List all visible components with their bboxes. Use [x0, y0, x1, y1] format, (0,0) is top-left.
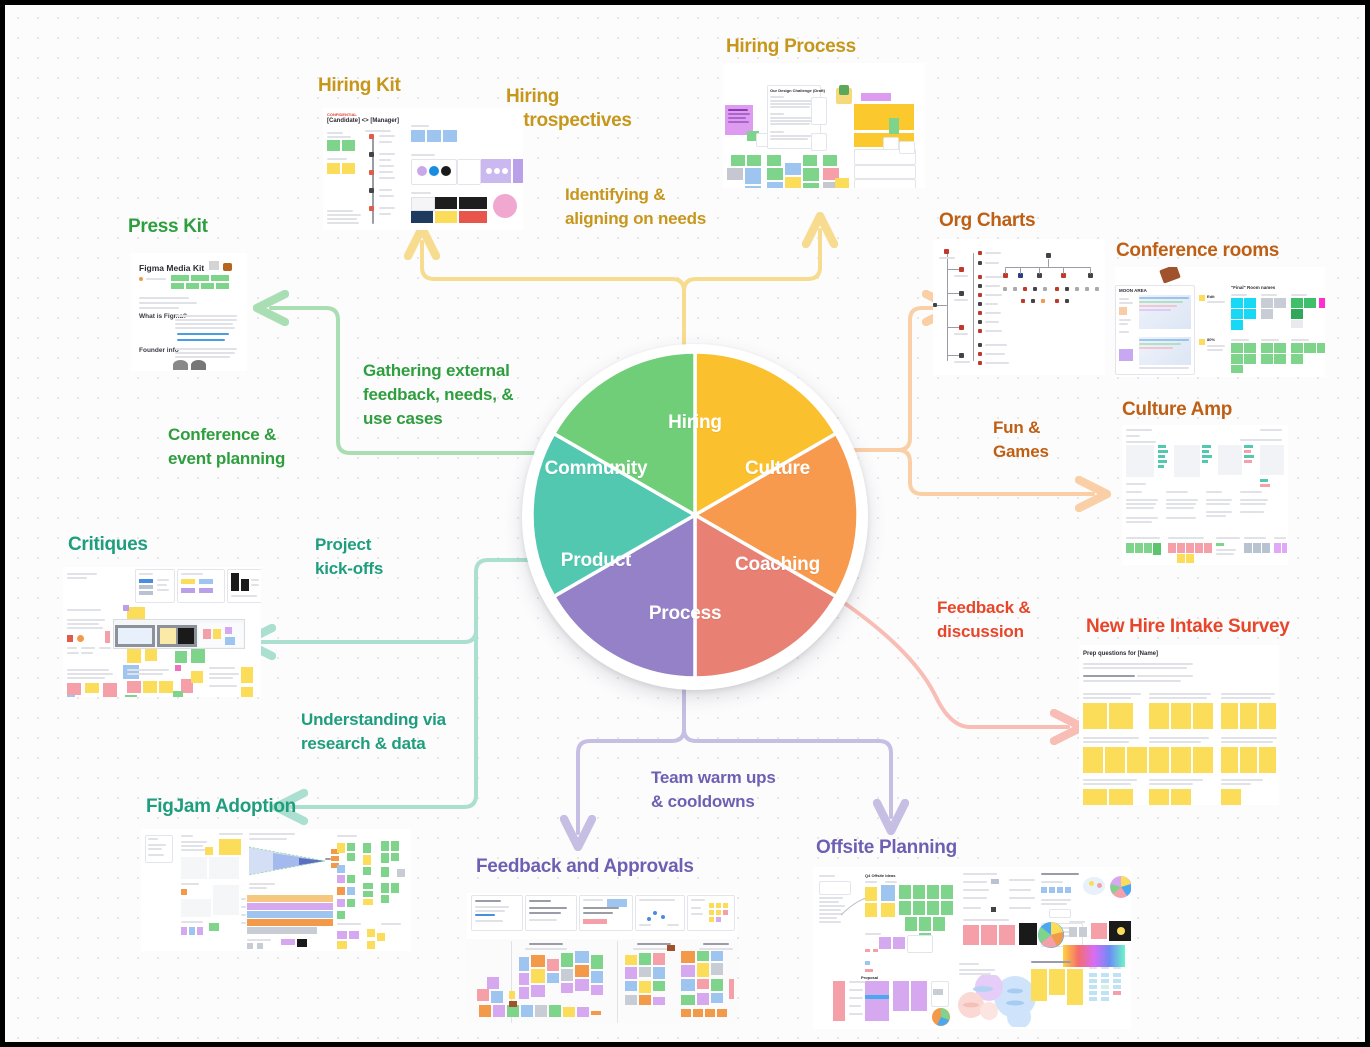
node-title-org-charts[interactable]: Org Charts [939, 209, 1036, 233]
pie-chart-small [932, 1008, 950, 1026]
thumbnail-culture-amp[interactable] [1122, 425, 1288, 565]
arrow-hiring-to-hiring-process [682, 230, 820, 352]
wheel-label-product: Product [560, 550, 632, 572]
edge-label-identifying-aligning: Identifying & aligning on needs [565, 185, 707, 229]
wheel-label-community: Community [544, 457, 648, 479]
press-kit-title: Figma Media Kit [139, 263, 205, 273]
node-title-hiring-process[interactable]: Hiring Process [726, 35, 856, 59]
press-kit-question-2: Founder info [139, 347, 179, 354]
arrow-product-to-figjam-adoption [290, 570, 478, 807]
pie-chart-palette [1038, 922, 1064, 948]
thumbnail-press-kit[interactable]: Figma Media Kit What is Figma? Founder i… [131, 253, 247, 371]
edge-label-conference-event-planning: Conference & event planning [168, 425, 286, 469]
node-title-feedback-and-approvals[interactable]: Feedback and Approvals [476, 855, 694, 879]
offsite-heading-1: Q4 Offsite Ideas [865, 873, 896, 878]
thumbnail-feedback-and-approvals[interactable] [467, 893, 737, 1023]
funnel-graphic [248, 846, 326, 876]
node-title-culture-amp[interactable]: Culture Amp [1122, 398, 1232, 422]
figjam-board-canvas[interactable]: Hiring Culture Coaching Process Product … [0, 0, 1370, 1047]
wheel-label-hiring: Hiring [668, 411, 722, 433]
node-title-critiques[interactable]: Critiques [68, 533, 148, 557]
wheel-segments [530, 350, 860, 680]
thumbnail-hiring-process[interactable]: Our Design Challenge (Draft) [723, 63, 925, 188]
thumbnail-new-hire-intake-survey[interactable]: Prep questions for [Name] [1079, 645, 1279, 805]
offsite-heading-2: Proposal [861, 975, 879, 980]
edge-label-feedback-discussion: Feedback & discussion [937, 598, 1031, 642]
thumbnail-critiques[interactable] [63, 567, 261, 697]
survey-title: Prep questions for [Name] [1083, 651, 1159, 657]
node-title-press-kit[interactable]: Press Kit [128, 215, 208, 239]
node-title-hiring-retrospectives[interactable]: Hiring retrospectives [506, 85, 632, 134]
conference-rooms-heading-1: MOON AREA [1119, 288, 1147, 293]
thumbnail-org-charts[interactable] [933, 239, 1105, 375]
node-title-figjam-adoption[interactable]: FigJam Adoption [146, 795, 296, 819]
category-wheel[interactable]: Hiring Culture Coaching Process Product … [522, 344, 868, 690]
arrow-culture-to-culture-amp [851, 448, 1093, 494]
conference-rooms-heading-2: "Final" Room names [1231, 285, 1276, 290]
arrow-culture-to-org-charts [851, 308, 940, 452]
hiring-kit-confidential-label: CONFIDENTIAL [327, 112, 357, 117]
thumbnail-conference-rooms[interactable]: MOON AREA Edit "Final" Room names 80% [1115, 267, 1325, 377]
edge-label-fun-and-games: Fun & Games [993, 418, 1049, 462]
edge-label-gathering-external-feedback: Gathering external feedback, needs, & us… [363, 361, 514, 429]
pie-chart-color-wheel [1110, 876, 1131, 898]
edge-label-team-warm-ups-cooldowns: Team warm ups & cooldowns [651, 768, 776, 812]
node-title-conference-rooms[interactable]: Conference rooms [1116, 239, 1279, 263]
arrow-hiring-to-hiring-kit [422, 242, 686, 352]
node-title-offsite-planning[interactable]: Offsite Planning [816, 836, 957, 860]
wheel-label-culture: Culture [744, 457, 811, 479]
wheel-label-coaching: Coaching [735, 553, 820, 575]
edge-label-project-kick-offs: Project kick-offs [315, 535, 384, 579]
thumbnail-figjam-adoption[interactable] [141, 829, 411, 951]
thumbnail-offsite-planning[interactable]: Q4 Offsite Ideas Proposal [813, 867, 1131, 1029]
wheel-label-process: Process [648, 603, 722, 624]
node-title-new-hire-intake-survey[interactable]: New Hire Intake Survey [1086, 615, 1290, 639]
conference-rooms-row-1-label: Edit [1207, 294, 1215, 299]
hiring-kit-subtitle: [Candidate] <> [Manager] [327, 118, 400, 124]
hiring-process-doc-title: Our Design Challenge (Draft) [770, 88, 825, 93]
edge-label-understanding-research-data: Understanding via research & data [301, 710, 446, 754]
conference-rooms-row-2-label: 80% [1207, 337, 1216, 342]
arrow-product-to-critiques [258, 558, 534, 642]
node-title-hiring-kit[interactable]: Hiring Kit [318, 74, 401, 98]
thumbnail-hiring-kit[interactable]: CONFIDENTIAL [Candidate] <> [Manager] [323, 108, 523, 230]
